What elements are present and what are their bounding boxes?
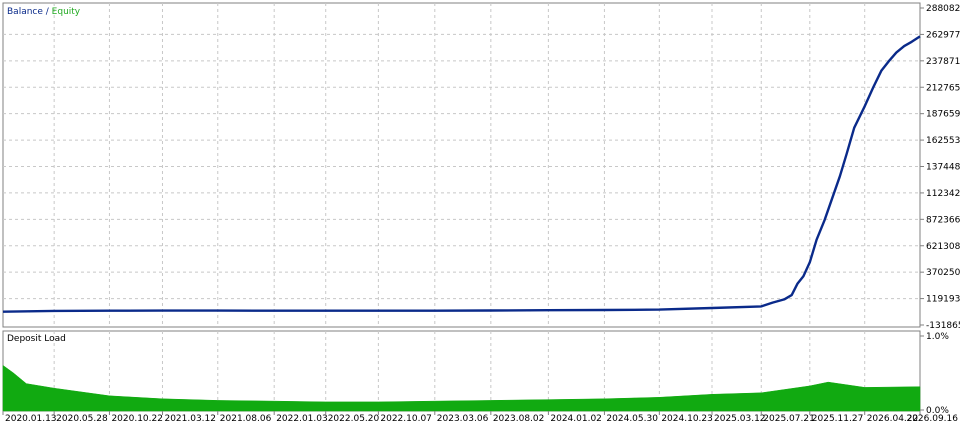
main-y-tick-label: 2378712 <box>926 57 960 67</box>
legend-balance: Balance <box>7 7 43 17</box>
x-tick-label: 2024.01.02 <box>550 414 602 424</box>
chart-canvas: Balance / Equity 2880827 2629770 2378712 21… <box>0 0 960 425</box>
x-tick-label: 2020.05.28 <box>56 414 108 424</box>
x-tick-label: 2021.08.06 <box>220 414 272 424</box>
load-y-tick-label: 1.0% <box>926 332 949 342</box>
x-tick-label: 2023.03.06 <box>437 414 489 424</box>
main-y-tick-label: 2127654 <box>926 83 960 93</box>
main-y-tick-label: 1625539 <box>926 136 960 146</box>
main-y-tick-label: 621308 <box>926 242 960 252</box>
x-tick-label: 2025.07.21 <box>763 414 815 424</box>
main-y-tick-label: 1374481 <box>926 163 960 173</box>
x-tick-label: 2020.10.22 <box>111 414 163 424</box>
chart-background <box>0 0 960 425</box>
x-tick-label: 2025.03.12 <box>714 414 766 424</box>
main-y-tick-label: 872366 <box>926 215 960 225</box>
main-y-tick-label: 2880827 <box>926 4 960 14</box>
x-tick-label: 2024.10.23 <box>661 414 713 424</box>
x-tick-label: 2022.01.03 <box>276 414 328 424</box>
main-y-tick-label: 370250 <box>926 268 960 278</box>
legend: Balance / Equity <box>7 7 81 17</box>
x-tick-label: 2022.05.20 <box>328 414 380 424</box>
x-tick-label: 2021.03.12 <box>164 414 216 424</box>
main-y-tick-label: 1876597 <box>926 110 960 120</box>
main-y-tick-label: 1123423 <box>926 189 960 199</box>
x-tick-label: 2024.05.30 <box>606 414 658 424</box>
legend-separator: / <box>43 7 52 17</box>
x-tick-label: 2025.11.27 <box>812 414 864 424</box>
main-y-tick-label: 119193 <box>926 295 960 305</box>
x-tick-label: 2026.09.16 <box>906 414 958 424</box>
main-y-tick-label: 2629770 <box>926 30 960 40</box>
backtest-chart: Balance / Equity 2880827 2629770 2378712 21… <box>0 0 960 425</box>
deposit-load-label: Deposit Load <box>7 334 66 344</box>
main-y-tick-label: -131865 <box>926 321 960 331</box>
legend-equity: Equity <box>52 7 81 17</box>
x-tick-label: 2023.08.02 <box>493 414 545 424</box>
x-tick-label: 2020.01.13 <box>5 414 57 424</box>
x-tick-label: 2022.10.07 <box>380 414 432 424</box>
